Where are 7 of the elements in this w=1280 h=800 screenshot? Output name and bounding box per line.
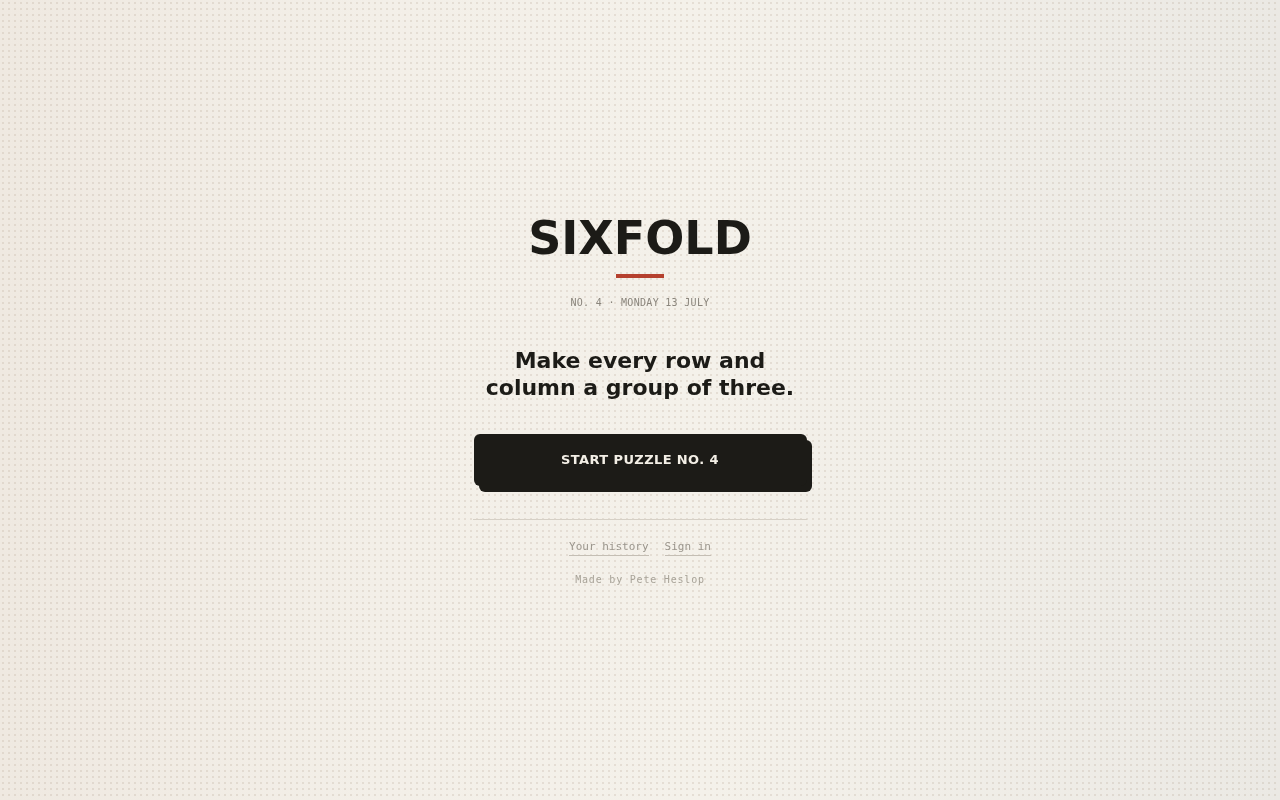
issue-date-line: NO. 4 · MONDAY 13 JULY: [570, 295, 710, 310]
footer-link[interactable]: Sign in: [664, 539, 711, 556]
credit-text: Made by Pete Heslop: [575, 572, 705, 587]
instruction-heading: Make every row and column a group of three.: [484, 346, 796, 401]
app-title: SIXFOLD: [528, 213, 752, 262]
footer-link[interactable]: Your history: [569, 539, 649, 556]
accent-bar: [616, 273, 664, 278]
